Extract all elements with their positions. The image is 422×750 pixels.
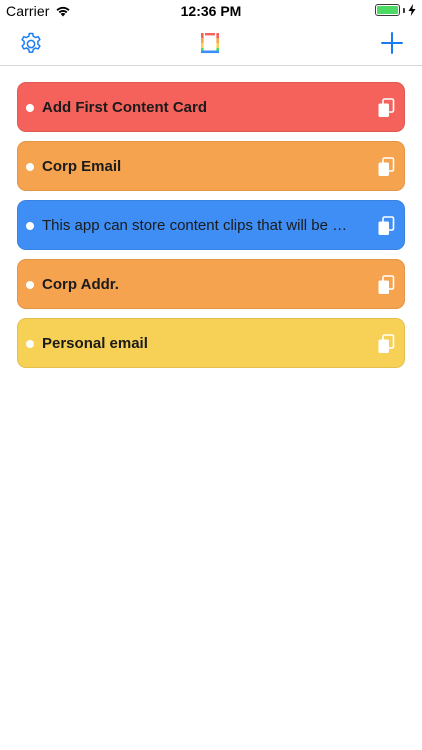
content-card[interactable]: Personal email (17, 318, 405, 368)
content-card[interactable]: Corp Email (17, 141, 405, 191)
card-label: Add First Content Card (42, 99, 207, 116)
copy-icon[interactable] (377, 98, 395, 118)
copy-icon[interactable] (377, 216, 395, 236)
status-time: 12:36 PM (180, 3, 242, 19)
copy-icon[interactable] (377, 275, 395, 295)
card-label: Personal email (42, 335, 148, 352)
app-screen: Carrier 12:36 PM Add First Content Card … (0, 0, 422, 750)
content-card[interactable]: This app can store content clips that wi… (17, 200, 405, 250)
card-label: Corp Email (42, 158, 122, 175)
charging-bolt-icon (408, 4, 416, 16)
card-bullet (26, 281, 34, 289)
card-bullet (26, 104, 34, 112)
battery-icon (375, 4, 400, 16)
content-card[interactable]: Corp Addr. (17, 259, 405, 309)
card-label: Corp Addr. (42, 276, 119, 293)
nav-bar (0, 22, 422, 66)
plus-icon[interactable] (380, 31, 404, 55)
status-right (375, 4, 416, 16)
status-bar: Carrier 12:36 PM (0, 0, 422, 22)
copy-icon[interactable] (377, 334, 395, 354)
card-label: This app can store content clips that wi… (42, 217, 352, 234)
card-bullet (26, 222, 34, 230)
app-logo-icon (201, 33, 219, 54)
gear-icon[interactable] (18, 31, 44, 57)
card-bullet (26, 163, 34, 171)
card-list: Add First Content Card Corp Email This app… (17, 82, 405, 377)
battery-tip (403, 7, 405, 13)
content-card[interactable]: Add First Content Card (17, 82, 405, 132)
card-bullet (26, 340, 34, 348)
battery-level (377, 6, 398, 14)
copy-icon[interactable] (377, 157, 395, 177)
